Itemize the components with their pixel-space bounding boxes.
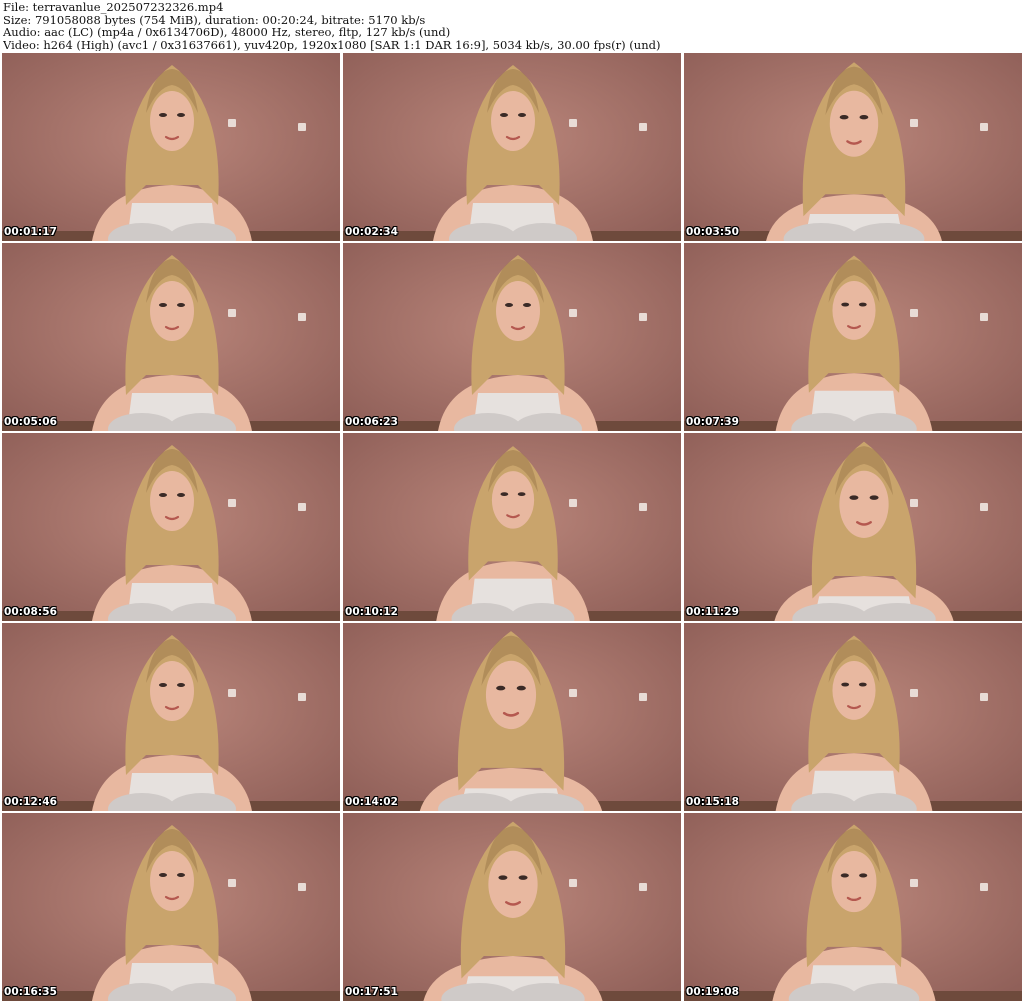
video-thumbnail: 00:05:06 [2, 243, 340, 431]
thumbnail-timestamp: 00:11:29 [686, 606, 740, 618]
video-thumbnail: 00:14:02 [343, 623, 681, 811]
video-thumbnail: 00:08:56 [2, 433, 340, 621]
video-thumbnail: 00:10:12 [343, 433, 681, 621]
scene-illustration [684, 53, 1022, 241]
thumbnail-timestamp: 00:14:02 [345, 796, 399, 808]
scene-illustration [684, 243, 1022, 431]
video-thumbnail: 00:02:34 [343, 53, 681, 241]
thumbnail-timestamp: 00:03:50 [686, 226, 740, 238]
scene-illustration [343, 243, 681, 431]
thumbnail-timestamp: 00:05:06 [4, 416, 58, 428]
scene-illustration [684, 813, 1022, 1001]
thumbnail-grid: 00:01:17 00:02:34 00:03:50 00:05:06 00:0… [2, 53, 1022, 1001]
scene-illustration [2, 433, 340, 621]
thumbnail-timestamp: 00:17:51 [345, 986, 399, 998]
video-thumbnail: 00:01:17 [2, 53, 340, 241]
thumbnail-timestamp: 00:19:08 [686, 986, 740, 998]
thumbnail-timestamp: 00:02:34 [345, 226, 399, 238]
video-thumbnail: 00:19:08 [684, 813, 1022, 1001]
video-thumbnail: 00:06:23 [343, 243, 681, 431]
thumbnail-timestamp: 00:12:46 [4, 796, 58, 808]
thumbnail-timestamp: 00:07:39 [686, 416, 740, 428]
scene-illustration [343, 813, 681, 1001]
scene-illustration [2, 813, 340, 1001]
scene-illustration [2, 243, 340, 431]
scene-illustration [2, 623, 340, 811]
video-thumbnail: 00:12:46 [2, 623, 340, 811]
scene-illustration [684, 433, 1022, 621]
thumbnail-timestamp: 00:06:23 [345, 416, 399, 428]
scene-illustration [343, 623, 681, 811]
video-info-line: Video: h264 (High) (avc1 / 0x31637661), … [3, 38, 661, 52]
file-name-line: File: terravanlue_202507232326.mp4 [3, 1, 224, 14]
video-thumbnail: 00:11:29 [684, 433, 1022, 621]
thumbnail-timestamp: 00:15:18 [686, 796, 740, 808]
video-thumbnail: 00:17:51 [343, 813, 681, 1001]
audio-info-line: Audio: aac (LC) (mp4a / 0x6134706D), 480… [3, 26, 451, 39]
thumbnail-timestamp: 00:10:12 [345, 606, 399, 618]
video-thumbnail: 00:16:35 [2, 813, 340, 1001]
scene-illustration [684, 623, 1022, 811]
thumbnail-timestamp: 00:01:17 [4, 226, 58, 238]
file-size-line: Size: 791058088 bytes (754 MiB), duratio… [3, 13, 426, 27]
video-thumbnail: 00:07:39 [684, 243, 1022, 431]
file-info-header: File: terravanlue_202507232326.mp4 Size:… [3, 1, 1021, 53]
scene-illustration [343, 433, 681, 621]
thumbnail-timestamp: 00:16:35 [4, 986, 58, 998]
scene-illustration [343, 53, 681, 241]
video-thumbnail: 00:15:18 [684, 623, 1022, 811]
thumbnail-timestamp: 00:08:56 [4, 606, 58, 618]
scene-illustration [2, 53, 340, 241]
video-thumbnail: 00:03:50 [684, 53, 1022, 241]
